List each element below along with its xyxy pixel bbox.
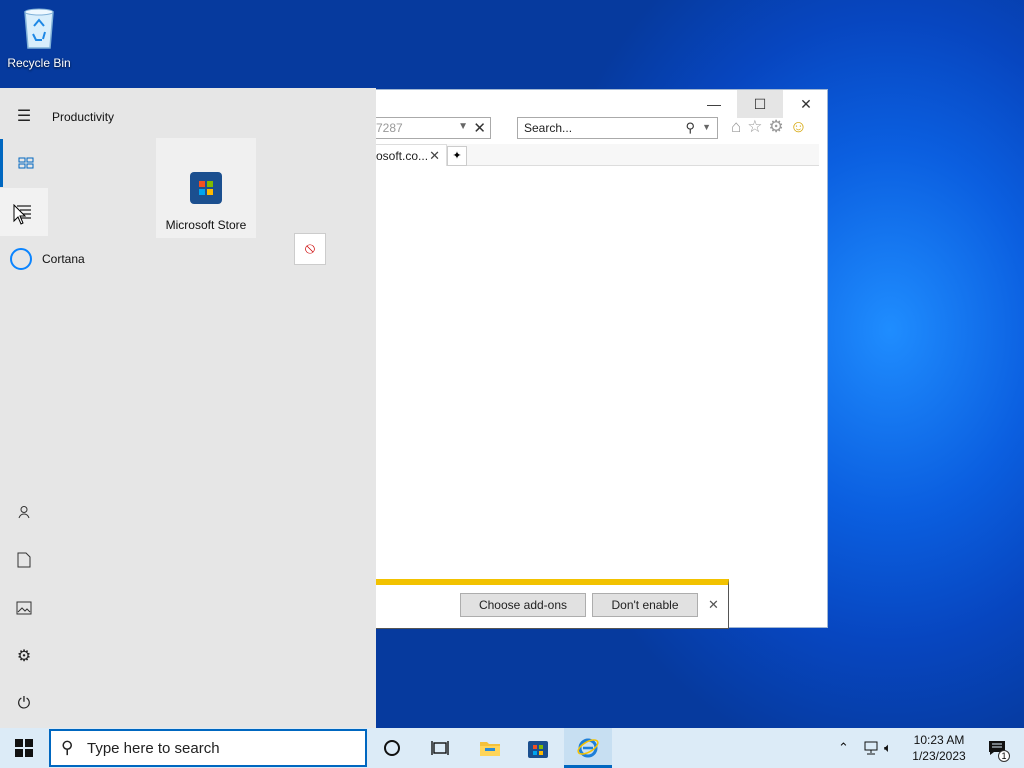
new-tab-button[interactable]: ✦: [447, 146, 467, 166]
start-menu: ☰ Productivity Cortana Microsoft Store ⦸…: [0, 88, 376, 728]
settings-gear-icon[interactable]: ⚙: [0, 632, 48, 680]
ie-search-placeholder: Search...: [524, 121, 573, 135]
app-label: Cortana: [42, 252, 85, 266]
network-icon[interactable]: [862, 728, 880, 768]
tile-group-title: Productivity: [52, 110, 115, 124]
home-icon[interactable]: ⌂: [731, 117, 741, 137]
notification-count-badge: 1: [998, 750, 1010, 762]
action-center-icon[interactable]: 1: [982, 728, 1012, 768]
close-notification-icon[interactable]: ✕: [708, 597, 719, 613]
taskbar-search-input[interactable]: ⚲ Type here to search: [49, 729, 367, 767]
clock-date: 1/23/2023: [912, 749, 966, 763]
unpin-icon[interactable]: ⦸: [294, 233, 326, 265]
gear-icon[interactable]: ⚙: [769, 117, 784, 137]
address-bar[interactable]: 7287 ▼ ✕: [361, 117, 491, 139]
taskbar-search-placeholder: Type here to search: [87, 740, 220, 757]
recycle-bin-desktop-icon[interactable]: Recycle Bin: [6, 6, 72, 70]
mouse-cursor-icon: [13, 204, 27, 225]
dont-enable-button[interactable]: Don't enable: [592, 593, 698, 617]
feedback-smiley-icon[interactable]: ☺: [790, 117, 807, 137]
cortana-taskbar-icon[interactable]: [368, 728, 416, 768]
search-icon: ⚲: [61, 738, 74, 757]
recycle-bin-icon: [19, 6, 59, 50]
taskbar-clock[interactable]: 10:23 AM 1/23/2023: [902, 732, 976, 764]
windows-logo-icon: [15, 739, 33, 757]
power-icon[interactable]: ⏻: [0, 680, 48, 728]
address-dropdown-icon[interactable]: ▼: [458, 121, 468, 132]
clock-time: 10:23 AM: [913, 733, 965, 747]
address-text: 7287: [376, 121, 403, 135]
close-window-button[interactable]: ✕: [783, 90, 829, 118]
search-dropdown-icon[interactable]: ▼: [702, 122, 711, 132]
internet-explorer-taskbar-icon[interactable]: [564, 728, 612, 768]
favorites-star-icon[interactable]: ☆: [747, 117, 762, 137]
tile-microsoft-store[interactable]: Microsoft Store: [156, 138, 256, 238]
pinned-tiles-icon[interactable]: [0, 139, 48, 187]
maximize-button[interactable]: ☐: [737, 90, 783, 118]
tile-label: Microsoft Store: [165, 218, 247, 232]
ie-titlebar[interactable]: — ☐ ✕: [301, 90, 827, 118]
recycle-bin-label: Recycle Bin: [7, 56, 71, 70]
microsoft-store-taskbar-icon[interactable]: [514, 728, 562, 768]
internet-explorer-window[interactable]: — ☐ ✕ 7287 ▼ ✕ Search... ⚲ ▼ ⌂ ☆ ⚙ ☺ oso…: [300, 89, 828, 629]
file-explorer-icon[interactable]: [466, 728, 514, 768]
tab-bar: osoft.co... ✕ ✦: [301, 144, 819, 166]
taskbar: ⚲ Type here to search ⌃ 🔈︎ 10:23 AM 1/23…: [0, 728, 1024, 768]
ie-search-box[interactable]: Search... ⚲ ▼: [517, 117, 718, 139]
start-button[interactable]: [0, 728, 48, 768]
cortana-ring-icon: [10, 248, 32, 270]
show-hidden-icons-chevron-icon[interactable]: ⌃: [838, 728, 849, 768]
user-account-icon[interactable]: [0, 488, 48, 536]
documents-icon[interactable]: [0, 536, 48, 584]
volume-icon[interactable]: 🔈︎: [884, 728, 892, 768]
stop-icon[interactable]: ✕: [473, 119, 486, 137]
close-tab-icon[interactable]: ✕: [429, 148, 440, 164]
tab-label: osoft.co...: [376, 149, 429, 163]
choose-addons-button[interactable]: Choose add-ons: [460, 593, 586, 617]
pictures-icon[interactable]: [0, 584, 48, 632]
hamburger-menu-icon[interactable]: ☰: [0, 92, 48, 140]
minimize-button[interactable]: —: [691, 90, 737, 118]
search-icon[interactable]: ⚲: [685, 120, 695, 136]
microsoft-store-icon: [190, 172, 222, 204]
task-view-icon[interactable]: [416, 728, 464, 768]
app-list-item-cortana[interactable]: Cortana: [10, 248, 85, 270]
